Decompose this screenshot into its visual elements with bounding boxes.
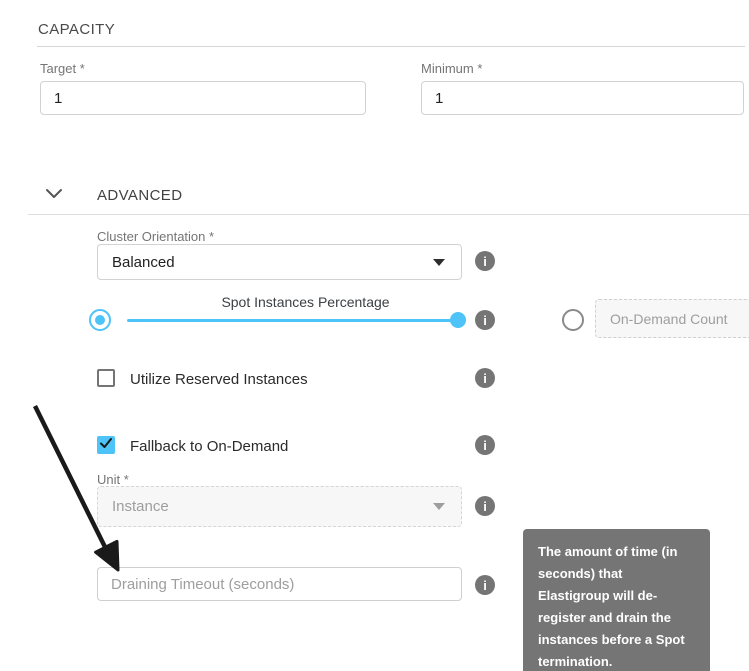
spot-percentage-radio[interactable] xyxy=(89,309,111,331)
advanced-section-title: ADVANCED xyxy=(97,187,182,204)
advanced-collapse-toggle[interactable] xyxy=(45,187,63,199)
minimum-input[interactable] xyxy=(421,81,744,115)
caret-down-icon xyxy=(433,503,445,510)
cluster-orientation-info-icon[interactable]: i xyxy=(475,251,495,271)
fallback-on-demand-info-icon[interactable]: i xyxy=(475,435,495,455)
target-field-label: Target * xyxy=(40,61,85,76)
unit-select: Instance xyxy=(97,486,462,527)
utilize-reserved-info-icon[interactable]: i xyxy=(475,368,495,388)
caret-down-icon xyxy=(433,259,445,266)
capacity-divider xyxy=(37,46,745,47)
draining-timeout-tooltip: The amount of time (in seconds) that Ela… xyxy=(523,529,710,671)
spot-percentage-slider-track[interactable] xyxy=(127,319,458,322)
spot-percentage-info-icon[interactable]: i xyxy=(475,310,495,330)
fallback-on-demand-label: Fallback to On-Demand xyxy=(130,438,288,455)
minimum-field-label: Minimum * xyxy=(421,61,482,76)
radio-dot xyxy=(95,315,105,325)
checkmark-icon xyxy=(98,435,114,456)
capacity-settings-panel: CAPACITY Target * Minimum * ADVANCED Clu… xyxy=(0,0,749,671)
capacity-section-title: CAPACITY xyxy=(38,21,115,38)
advanced-divider xyxy=(28,214,749,215)
unit-info-icon[interactable]: i xyxy=(475,496,495,516)
on-demand-count-input: On-Demand Count xyxy=(595,299,749,338)
unit-value: Instance xyxy=(112,498,169,515)
spot-percentage-slider-thumb[interactable] xyxy=(450,312,466,328)
spot-percentage-label: Spot Instances Percentage xyxy=(140,294,471,310)
utilize-reserved-label: Utilize Reserved Instances xyxy=(130,371,308,388)
draining-timeout-info-icon[interactable]: i xyxy=(475,575,495,595)
on-demand-count-radio[interactable] xyxy=(562,309,584,331)
cluster-orientation-value: Balanced xyxy=(112,254,175,271)
draining-timeout-input[interactable] xyxy=(97,567,462,601)
cluster-orientation-select[interactable]: Balanced xyxy=(97,244,462,280)
target-input[interactable] xyxy=(40,81,366,115)
cluster-orientation-label: Cluster Orientation * xyxy=(97,229,214,244)
utilize-reserved-checkbox[interactable] xyxy=(97,369,115,387)
chevron-down-icon xyxy=(45,187,63,204)
fallback-on-demand-checkbox[interactable] xyxy=(97,436,115,454)
unit-field-label: Unit * xyxy=(97,472,129,487)
